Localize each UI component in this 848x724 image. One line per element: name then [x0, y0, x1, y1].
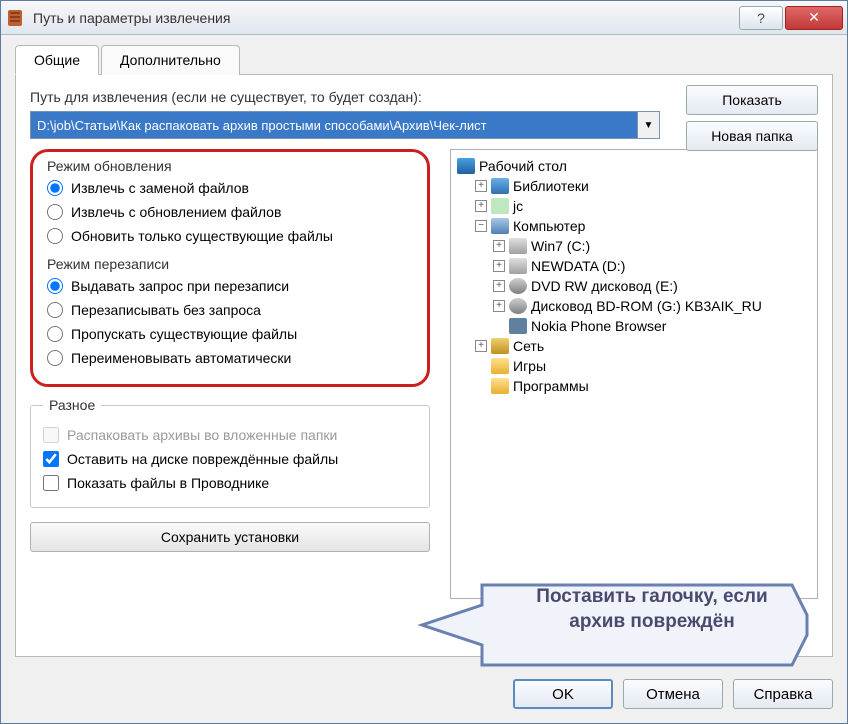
radio-ask[interactable] [47, 278, 63, 294]
update-mode-legend: Режим обновления [47, 158, 172, 174]
path-dropdown-icon[interactable]: ▼ [638, 111, 660, 139]
expander-icon[interactable]: + [493, 240, 505, 252]
tree-programs[interactable]: Программы [457, 376, 811, 396]
drive-icon [509, 238, 527, 254]
checkbox-subfolders [43, 427, 59, 443]
tree-desktop[interactable]: Рабочий стол [457, 156, 811, 176]
window-buttons: ? ✕ [739, 6, 843, 30]
tabs: Общие Дополнительно [15, 45, 833, 75]
expander-icon[interactable]: + [493, 260, 505, 272]
right-column: Рабочий стол +Библиотеки +jc −Компьютер … [450, 149, 818, 599]
path-input[interactable] [30, 111, 638, 139]
tree-libraries[interactable]: +Библиотеки [457, 176, 811, 196]
bd-icon [509, 298, 527, 314]
misc-opt-show-explorer[interactable]: Показать файлы в Проводнике [43, 471, 417, 495]
checkbox-keep-broken[interactable] [43, 451, 59, 467]
expander-icon [493, 320, 505, 332]
update-opt-replace[interactable]: Извлечь с заменой файлов [47, 176, 413, 200]
tree-bd[interactable]: +Дисковод BD-ROM (G:) KB3AIK_RU [457, 296, 811, 316]
update-opt-refresh[interactable]: Извлечь с обновлением файлов [47, 200, 413, 224]
misc-group: Разное Распаковать архивы во вложенные п… [30, 397, 430, 508]
radio-existing[interactable] [47, 228, 63, 244]
expander-icon[interactable]: + [475, 200, 487, 212]
app-icon [5, 8, 25, 28]
desktop-icon [457, 158, 475, 174]
content-area: Общие Дополнительно Показать Новая папка… [1, 35, 847, 669]
titlebar: Путь и параметры извлечения ? ✕ [1, 1, 847, 35]
overwrite-opt-rename[interactable]: Переименовывать автоматически [47, 346, 413, 370]
overwrite-opt-noask[interactable]: Перезаписывать без запроса [47, 298, 413, 322]
radio-skip[interactable] [47, 326, 63, 342]
show-button[interactable]: Показать [686, 85, 818, 115]
expander-icon[interactable]: + [475, 180, 487, 192]
drive-icon [509, 258, 527, 274]
checkbox-show-explorer[interactable] [43, 475, 59, 491]
network-icon [491, 338, 509, 354]
tree-dvd[interactable]: +DVD RW дисковод (E:) [457, 276, 811, 296]
folder-icon [491, 378, 509, 394]
dialog-window: Путь и параметры извлечения ? ✕ Общие До… [0, 0, 848, 724]
radio-refresh[interactable] [47, 204, 63, 220]
expander-icon[interactable]: + [475, 340, 487, 352]
ok-button[interactable]: OK [513, 679, 613, 709]
new-folder-button[interactable]: Новая папка [686, 121, 818, 151]
radio-replace[interactable] [47, 180, 63, 196]
tree-user[interactable]: +jc [457, 196, 811, 216]
update-mode-group: Режим обновления Извлечь с заменой файло… [39, 158, 421, 250]
expander-icon [475, 360, 487, 372]
tree-games[interactable]: Игры [457, 356, 811, 376]
expander-icon[interactable]: + [493, 280, 505, 292]
close-button[interactable]: ✕ [785, 6, 843, 30]
help-button[interactable]: Справка [733, 679, 833, 709]
tab-general[interactable]: Общие [15, 45, 99, 75]
overwrite-opt-ask[interactable]: Выдавать запрос при перезаписи [47, 274, 413, 298]
dvd-icon [509, 278, 527, 294]
misc-opt-keep-broken[interactable]: Оставить на диске повреждённые файлы [43, 447, 417, 471]
tree-computer[interactable]: −Компьютер [457, 216, 811, 236]
expander-icon[interactable]: − [475, 220, 487, 232]
save-settings-button[interactable]: Сохранить установки [30, 522, 430, 552]
cancel-button[interactable]: Отмена [623, 679, 723, 709]
misc-opt-subfolders: Распаковать архивы во вложенные папки [43, 423, 417, 447]
computer-icon [491, 218, 509, 234]
misc-legend: Разное [43, 397, 101, 413]
phone-icon [509, 318, 527, 334]
overwrite-mode-legend: Режим перезаписи [47, 256, 169, 272]
left-column: Режим обновления Извлечь с заменой файло… [30, 149, 430, 599]
radio-rename[interactable] [47, 350, 63, 366]
user-icon [491, 198, 509, 214]
folder-tree[interactable]: Рабочий стол +Библиотеки +jc −Компьютер … [450, 149, 818, 599]
window-title: Путь и параметры извлечения [33, 10, 739, 26]
path-input-row: ▼ [30, 111, 660, 139]
tree-phone[interactable]: Nokia Phone Browser [457, 316, 811, 336]
help-button-icon[interactable]: ? [739, 6, 783, 30]
side-buttons: Показать Новая папка [686, 85, 818, 151]
tree-network[interactable]: +Сеть [457, 336, 811, 356]
libraries-icon [491, 178, 509, 194]
radio-noask[interactable] [47, 302, 63, 318]
path-label: Путь для извлечения (если не существует,… [30, 89, 422, 105]
update-opt-existing[interactable]: Обновить только существующие файлы [47, 224, 413, 248]
tab-advanced[interactable]: Дополнительно [101, 45, 240, 75]
overwrite-opt-skip[interactable]: Пропускать существующие файлы [47, 322, 413, 346]
tree-newdata[interactable]: +NEWDATA (D:) [457, 256, 811, 276]
main-columns: Режим обновления Извлечь с заменой файло… [30, 149, 818, 599]
tab-panel: Показать Новая папка Путь для извлечения… [15, 74, 833, 657]
expander-icon [475, 380, 487, 392]
dialog-footer: OK Отмена Справка [1, 669, 847, 723]
overwrite-mode-group: Режим перезаписи Выдавать запрос при пер… [39, 256, 421, 372]
folder-icon [491, 358, 509, 374]
expander-icon[interactable]: + [493, 300, 505, 312]
tree-win7[interactable]: +Win7 (C:) [457, 236, 811, 256]
highlighted-region: Режим обновления Извлечь с заменой файло… [30, 149, 430, 387]
